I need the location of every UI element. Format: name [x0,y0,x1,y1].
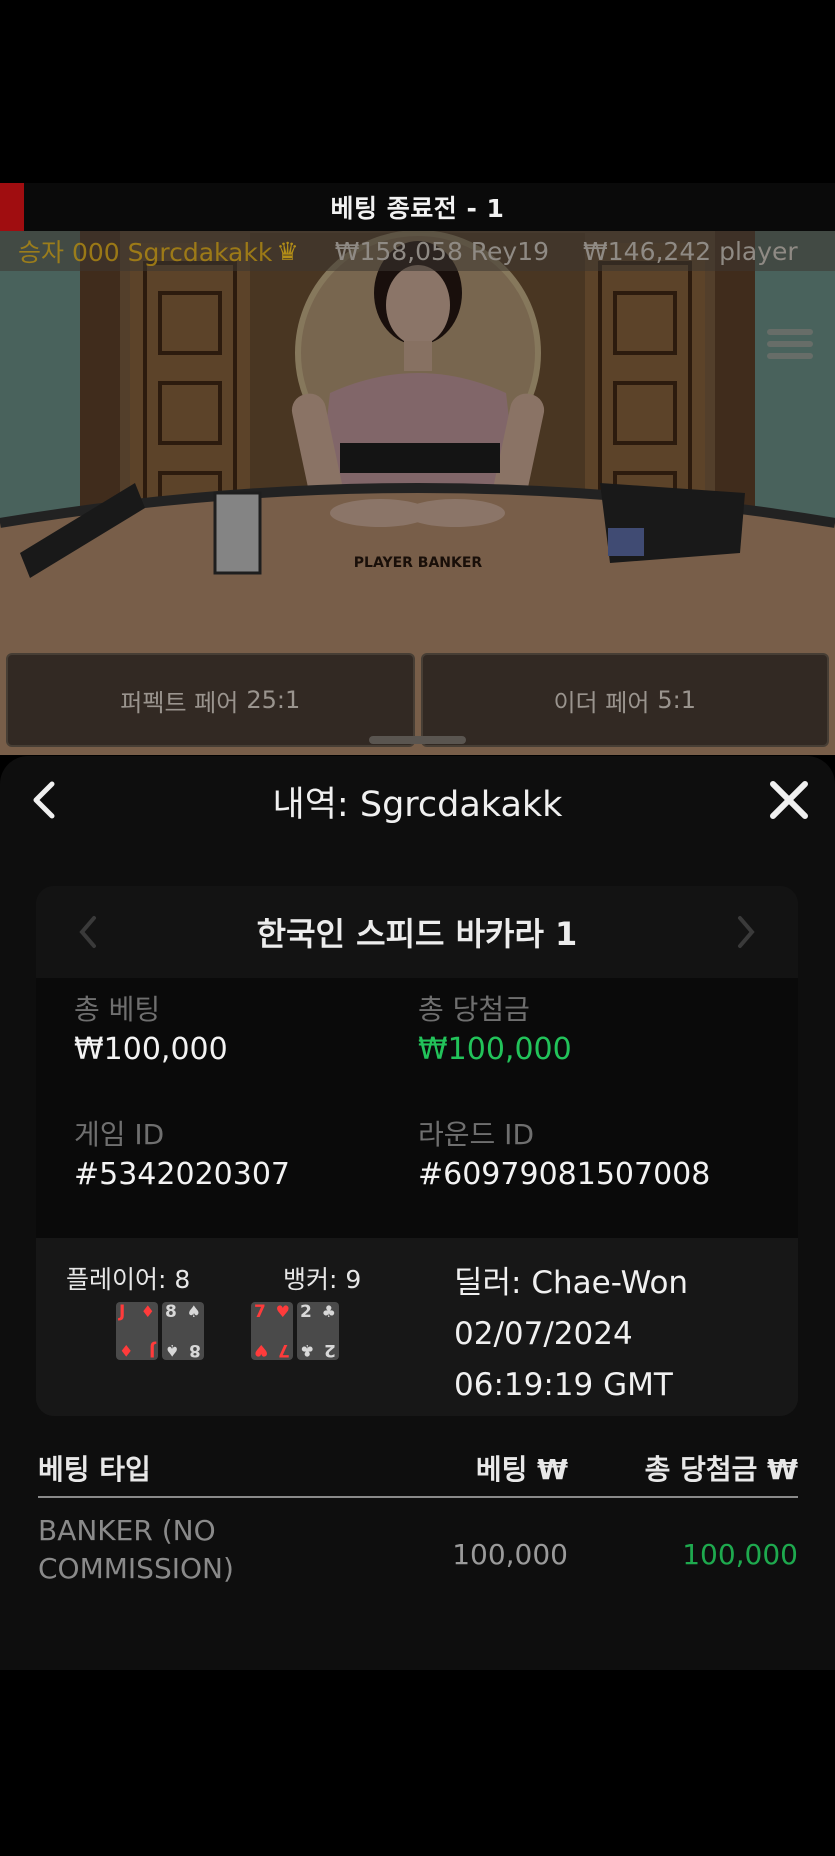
playing-card: 2 ♣ ♣ 2 [297,1302,339,1360]
round-card-header: 한국인 스피드 바카라 1 [36,886,798,978]
crown-icon: ♛ [276,236,299,266]
round-detail-card: 한국인 스피드 바카라 1 총 베팅 ₩100,000 총 당첨금 ₩100,0… [36,886,798,1416]
winners-ticker: 승자 000 Sgrcdakakk ♛ ₩158,058 Rey19 ₩146,… [0,231,835,271]
player-score: 플레이어: 8 [66,1265,191,1294]
side-bet-perfect-pair[interactable]: 퍼펙트 페어 25:1 [6,653,415,747]
bet-amount-cell: 100,000 [452,1538,568,1571]
chevron-left-icon[interactable] [76,914,100,950]
column-bet-type: 베팅 타입 [38,1453,151,1486]
dealer-info: 딜러: Chae-Won 02/07/2024 06:19:19 GMT [454,1258,688,1411]
game-name: 한국인 스피드 바카라 1 [256,915,578,953]
history-panel: 내역: Sgrcdakakk 한국인 스피드 바카라 1 총 베팅 ₩100,0… [0,756,835,1670]
column-win: 총 당첨금 ₩ [644,1453,798,1486]
total-win-value: ₩100,000 [418,1032,572,1067]
side-bet-ratio: 5:1 [657,686,697,714]
total-win: 총 당첨금 ₩100,000 [418,988,572,1067]
round-summary: 총 베팅 ₩100,000 총 당첨금 ₩100,000 게임 ID #5342… [36,978,798,1238]
table-row: BANKER (NO COMMISSION) 100,000 100,000 [38,1512,798,1582]
side-bet-either-pair[interactable]: 이더 페어 5:1 [420,653,829,747]
total-win-label: 총 당첨금 [418,993,530,1026]
ticker-entry: ₩146,242 player [583,236,798,266]
dealer-name: 딜러: Chae-Won [454,1265,689,1301]
side-bet-ratio: 25:1 [246,686,301,714]
game-id-value: #5342020307 [74,1157,291,1192]
player-cards: J ♦ ♦ J 8 ♠ ♠ 8 [116,1302,204,1360]
banker-cards: 7 ♥ ♥ 7 2 ♣ ♣ 2 [251,1302,339,1360]
bet-type-cell: BANKER (NO COMMISSION) [38,1514,234,1582]
game-id: 게임 ID #5342020307 [74,1113,290,1192]
playing-card: 7 ♥ ♥ 7 [251,1302,293,1360]
round-date: 02/07/2024 [454,1316,633,1352]
hand-result: 플레이어: 8 뱅커: 9 J ♦ ♦ J 8 ♠ ♠ 8 7 ♥ ♥ 7 2 ♣ [36,1238,798,1416]
status-indicator [0,183,24,231]
side-bets-row: 퍼펙트 페어 25:1 이더 페어 5:1 [6,653,829,747]
side-bet-label: 이더 페어 [553,688,650,717]
round-id-label: 라운드 ID [418,1118,534,1151]
win-amount-cell: 100,000 [682,1538,798,1571]
live-game-view: PLAYER BANKER 베팅 종료전 - 1 승자 000 Sgrcdaka… [0,183,835,755]
history-header: 내역: Sgrcdakakk [0,756,835,846]
banker-score: 뱅커: 9 [283,1265,362,1294]
sheet-drag-handle[interactable] [369,736,466,744]
betting-status-text: 베팅 종료전 - 1 [330,194,505,223]
total-bet-label: 총 베팅 [74,993,161,1026]
game-id-label: 게임 ID [74,1118,165,1151]
chevron-right-icon[interactable] [734,914,758,950]
close-icon[interactable] [767,778,811,822]
total-bet: 총 베팅 ₩100,000 [74,988,228,1067]
side-bet-label: 퍼펙트 페어 [120,688,239,717]
column-bet: 베팅 ₩ [475,1453,568,1486]
round-id: 라운드 ID #60979081507008 [418,1113,710,1192]
bets-table-header: 베팅 타입 베팅 ₩ 총 당첨금 ₩ [38,1448,798,1498]
menu-icon[interactable] [767,329,813,363]
ticker-leader: 승자 000 Sgrcdakakk [18,238,273,267]
ticker-entry: ₩158,058 Rey19 [334,236,550,266]
round-id-value: #60979081507008 [418,1157,711,1192]
playing-card: 8 ♠ ♠ 8 [162,1302,204,1360]
history-title: 내역: Sgrcdakakk [272,785,563,825]
playing-card: J ♦ ♦ J [116,1302,158,1360]
total-bet-value: ₩100,000 [74,1032,228,1067]
betting-status-bar: 베팅 종료전 - 1 [0,183,835,231]
round-time: 06:19:19 GMT [454,1367,673,1403]
